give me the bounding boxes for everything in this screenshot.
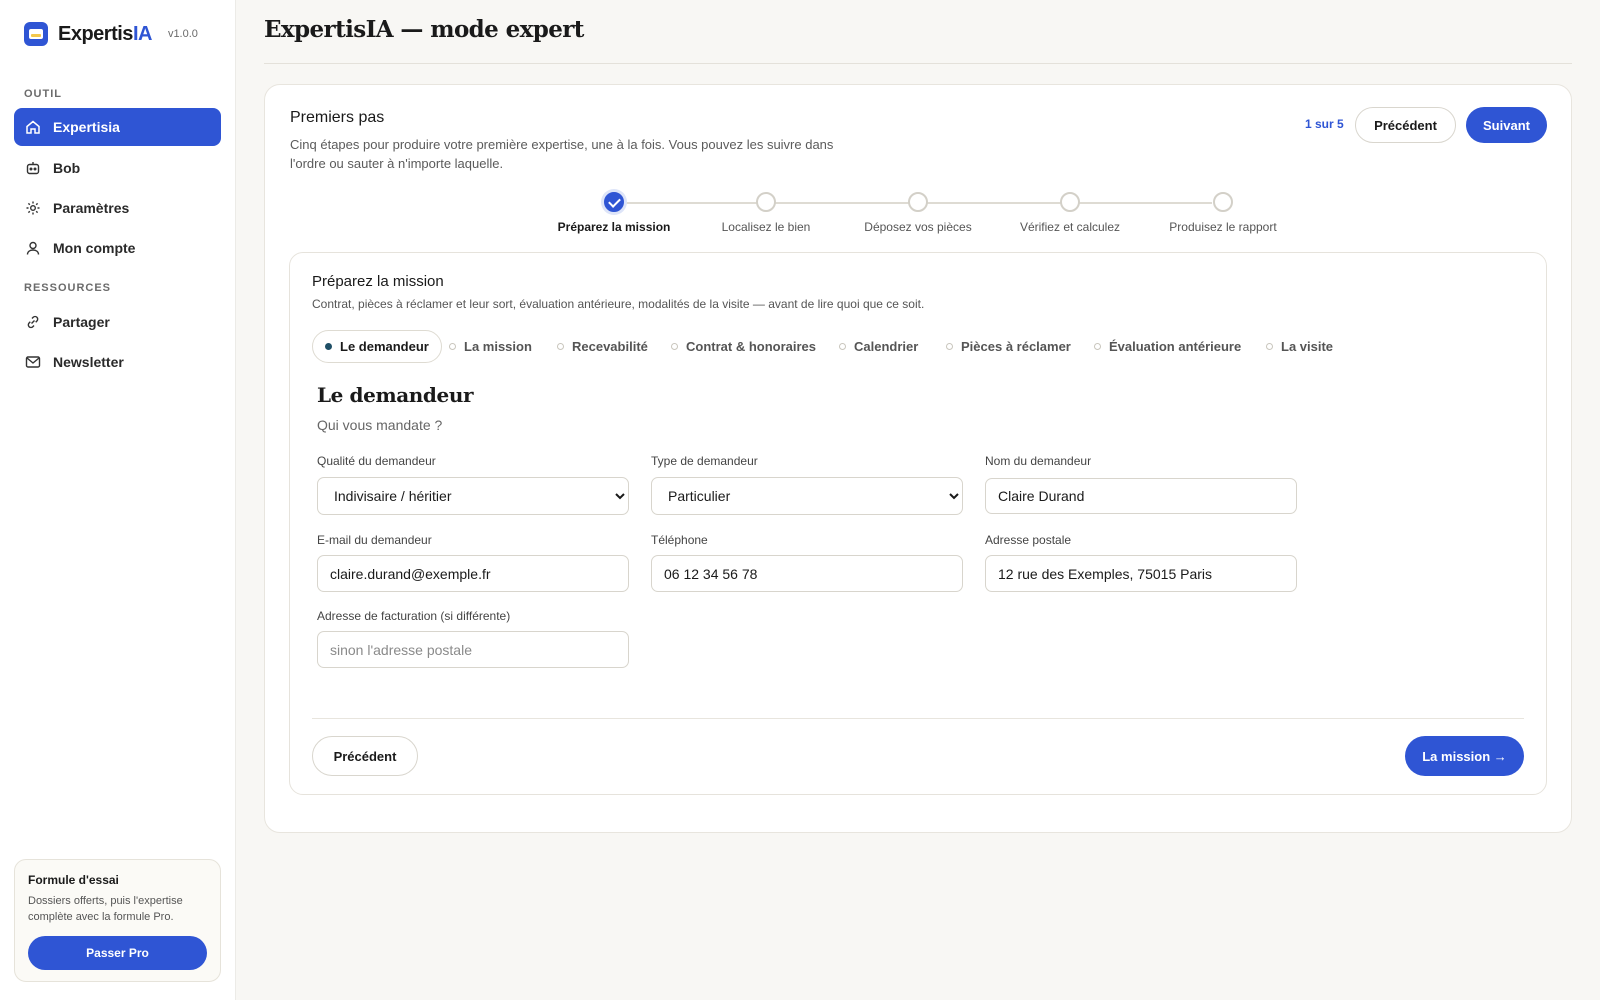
tab-la-visite[interactable]: La visite (1266, 330, 1333, 363)
sidebar: ExpertisIA v1.0.0 OUTIL Expertisia Bob P… (0, 0, 236, 1000)
onboarding-description: Cinq étapes pour produire votre première… (290, 137, 834, 171)
tab-status-dot (325, 343, 332, 350)
step-5-label[interactable]: Produisez le rapport (1143, 220, 1303, 234)
onboarding-next-button[interactable]: Suivant (1466, 107, 1547, 143)
mission-description: Contrat, pièces à réclamer et leur sort,… (312, 297, 925, 311)
brand-name: ExpertisIA (58, 22, 152, 45)
sidebar-item-label: Mon compte (53, 240, 136, 256)
mission-title: Préparez la mission (312, 273, 444, 290)
mission-card: Préparez la mission Contrat, pièces à ré… (289, 252, 1547, 795)
page-title: ExpertisIA — mode expert (264, 16, 584, 43)
next-section-button[interactable]: La mission → (1405, 736, 1524, 776)
home-icon (25, 119, 41, 135)
type-label: Type de demandeur (651, 454, 758, 468)
type-select[interactable]: Particulier (651, 477, 963, 515)
step-2-indicator[interactable] (756, 192, 776, 212)
mail-icon (25, 354, 41, 370)
step-counter: 1 sur 5 (1305, 117, 1344, 131)
wallet-logo-icon (24, 22, 48, 46)
tab-pieces-a-reclamer[interactable]: Pièces à réclamer (946, 330, 1071, 363)
onboarding-prev-button[interactable]: Précédent (1355, 107, 1456, 143)
brand[interactable]: ExpertisIA v1.0.0 (24, 22, 198, 46)
tab-le-demandeur[interactable]: Le demandeur (312, 330, 442, 363)
onboarding-title: Premiers pas (290, 109, 385, 126)
section-label-resources: RESSOURCES (24, 282, 112, 294)
quality-label: Qualité du demandeur (317, 454, 436, 468)
email-field[interactable] (317, 555, 629, 592)
sidebar-item-label: Paramètres (53, 200, 130, 216)
robot-icon (25, 160, 41, 176)
tab-la-mission[interactable]: La mission (449, 330, 532, 363)
tab-status-dot (839, 343, 846, 350)
billing-address-field[interactable] (317, 631, 629, 668)
tab-status-dot (449, 343, 456, 350)
gear-icon (25, 200, 41, 216)
sidebar-item-newsletter[interactable]: Newsletter (14, 343, 221, 381)
step-1-indicator[interactable] (604, 192, 624, 212)
tab-evaluation-anterieure[interactable]: Évaluation antérieure (1094, 330, 1241, 363)
step-4-indicator[interactable] (1060, 192, 1080, 212)
tab-calendrier[interactable]: Calendrier (839, 330, 918, 363)
tab-status-dot (671, 343, 678, 350)
step-3-label[interactable]: Déposez vos pièces (838, 220, 998, 234)
address-field[interactable] (985, 555, 1297, 592)
step-1-label[interactable]: Préparez la mission (534, 220, 694, 234)
sidebar-item-bob[interactable]: Bob (14, 149, 221, 187)
address-label: Adresse postale (985, 533, 1072, 547)
sidebar-item-label: Partager (53, 314, 110, 330)
link-icon (25, 314, 41, 330)
sidebar-item-parametres[interactable]: Paramètres (14, 189, 221, 227)
step-3-indicator[interactable] (908, 192, 928, 212)
billing-address-label: Adresse de facturation (si différente) (317, 609, 511, 623)
onboarding-card: Premiers pas Cinq étapes pour produire v… (264, 84, 1572, 833)
tab-status-dot (1266, 343, 1273, 350)
tab-contrat-honoraires[interactable]: Contrat & honoraires (671, 330, 816, 363)
upgrade-pro-button[interactable]: Passer Pro (28, 936, 207, 970)
sidebar-item-label: Newsletter (53, 354, 124, 370)
phone-field[interactable] (651, 555, 963, 592)
tab-status-dot (557, 343, 564, 350)
tab-status-dot (946, 343, 953, 350)
phone-label: Téléphone (651, 533, 708, 547)
divider (312, 718, 1524, 719)
sidebar-item-partager[interactable]: Partager (14, 303, 221, 341)
version-label: v1.0.0 (167, 28, 198, 40)
section-label-tool: OUTIL (24, 88, 62, 100)
step-4-label[interactable]: Vérifiez et calculez (990, 220, 1150, 234)
step-2-label[interactable]: Localisez le bien (686, 220, 846, 234)
divider (264, 63, 1572, 64)
sidebar-item-mon-compte[interactable]: Mon compte (14, 229, 221, 267)
trial-card: Formule d'essai Dossiers offerts, puis l… (14, 859, 221, 982)
tab-status-dot (1094, 343, 1101, 350)
name-label: Nom du demandeur (985, 454, 1092, 468)
tab-recevabilite[interactable]: Recevabilité (557, 330, 648, 363)
sidebar-item-expertisia[interactable]: Expertisia (14, 108, 221, 146)
form-prev-button[interactable]: Précédent (312, 736, 418, 776)
section-heading: Le demandeur (317, 383, 474, 407)
trial-text: Dossiers offerts, puis l'expertise compl… (28, 895, 183, 923)
step-5-indicator[interactable] (1213, 192, 1233, 212)
sidebar-item-label: Bob (53, 160, 81, 176)
name-field[interactable] (985, 478, 1297, 514)
quality-select[interactable]: Indivisaire / héritier (317, 477, 629, 515)
trial-title: Formule d'essai (28, 873, 119, 887)
email-label: E-mail du demandeur (317, 533, 432, 547)
user-icon (25, 240, 41, 256)
section-subheading: Qui vous mandate ? (317, 417, 443, 433)
sidebar-item-label: Expertisia (53, 119, 120, 135)
